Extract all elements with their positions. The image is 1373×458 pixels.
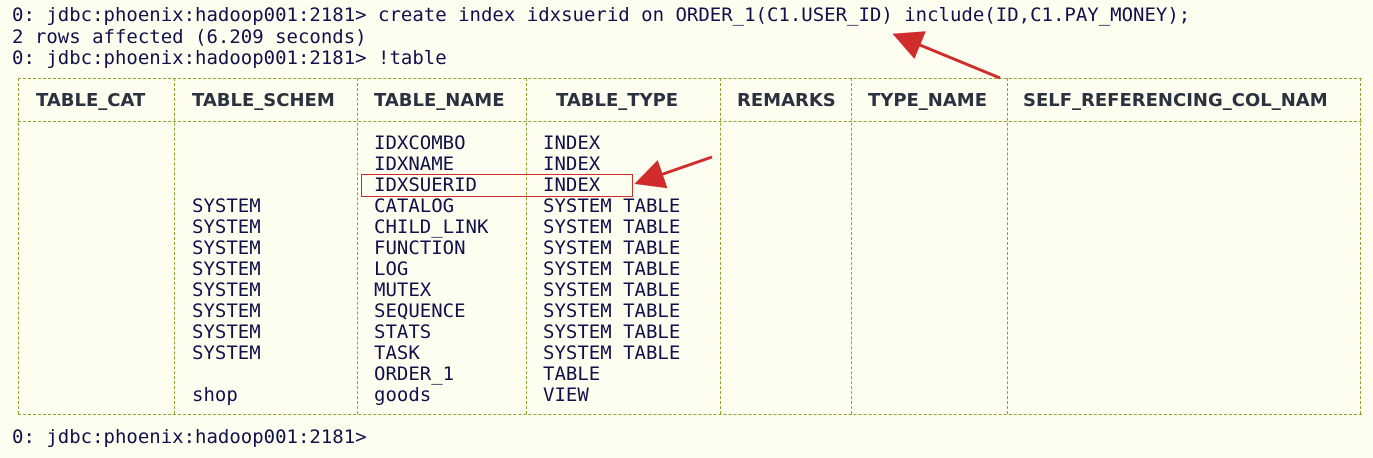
arrow-to-idxsuerid-row — [634, 155, 713, 189]
annotation-arrows — [634, 31, 1001, 189]
arrow-to-index-column — [892, 31, 1001, 80]
